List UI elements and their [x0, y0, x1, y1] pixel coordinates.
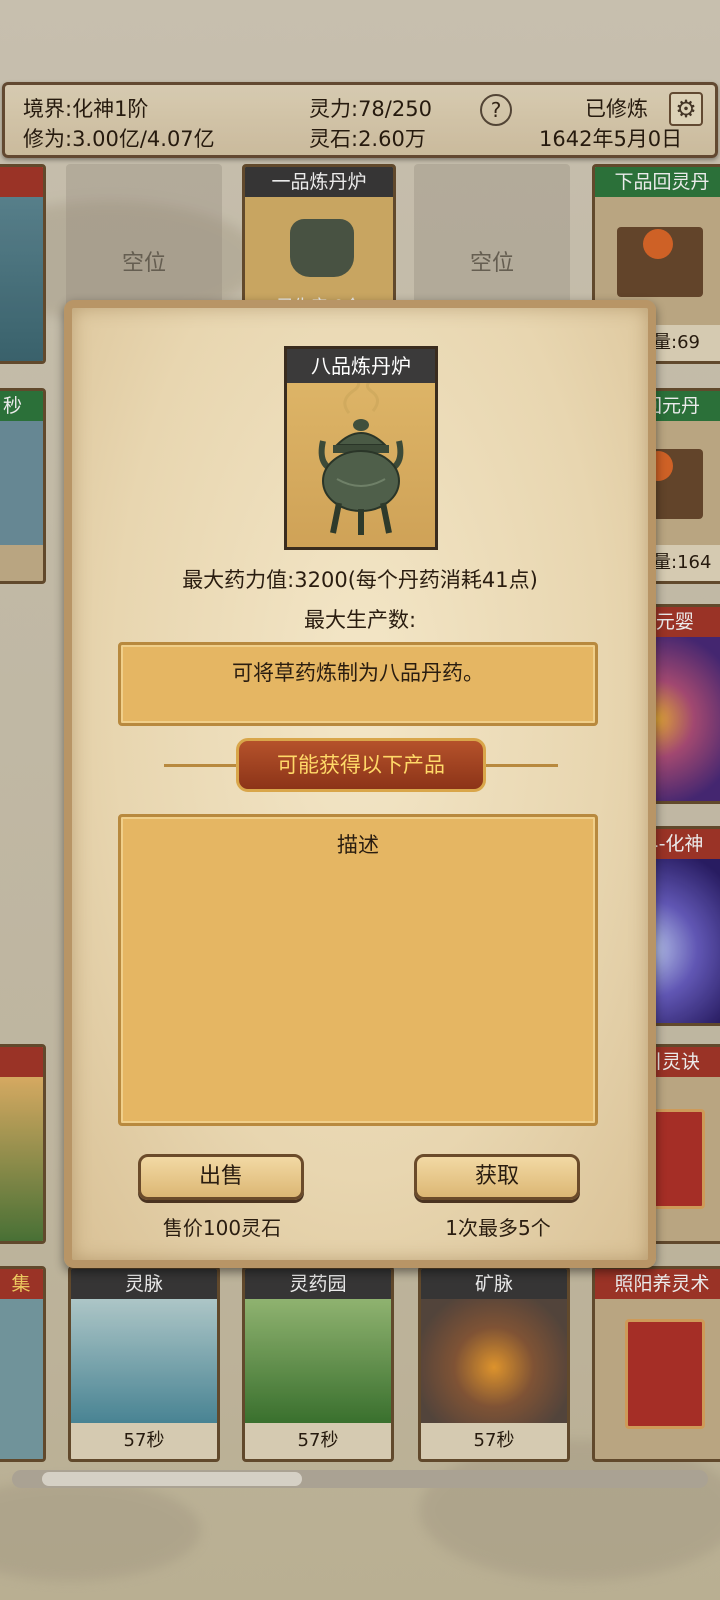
obtain-limit-text: 1次最多5个 [445, 1216, 551, 1240]
products-banner: 可能获得以下产品 [164, 738, 558, 794]
item-description-box: 可将草药炼制为八品丹药。 [118, 642, 598, 726]
item-detail-modal: 八品炼丹炉 最大药力值:3200(每个丹药消耗41点) 最大生产数: 可将草药炼… [64, 300, 656, 1268]
products-box: 描述 [118, 814, 598, 1126]
sell-price-text: 售价100灵石 [162, 1216, 282, 1240]
max-potency-text: 最大药力值:3200(每个丹药消耗41点) [182, 568, 538, 592]
obtain-button[interactable]: 获取 [414, 1154, 580, 1200]
max-production-text: 最大生产数: [303, 608, 417, 632]
item-card: 八品炼丹炉 [284, 346, 438, 550]
cauldron-icon [318, 383, 404, 535]
products-header: 描述 [337, 833, 379, 857]
item-description: 可将草药炼制为八品丹药。 [232, 661, 484, 685]
sell-button[interactable]: 出售 [138, 1154, 304, 1200]
item-title: 八品炼丹炉 [287, 349, 435, 383]
banner-plate: 可能获得以下产品 [236, 738, 486, 792]
